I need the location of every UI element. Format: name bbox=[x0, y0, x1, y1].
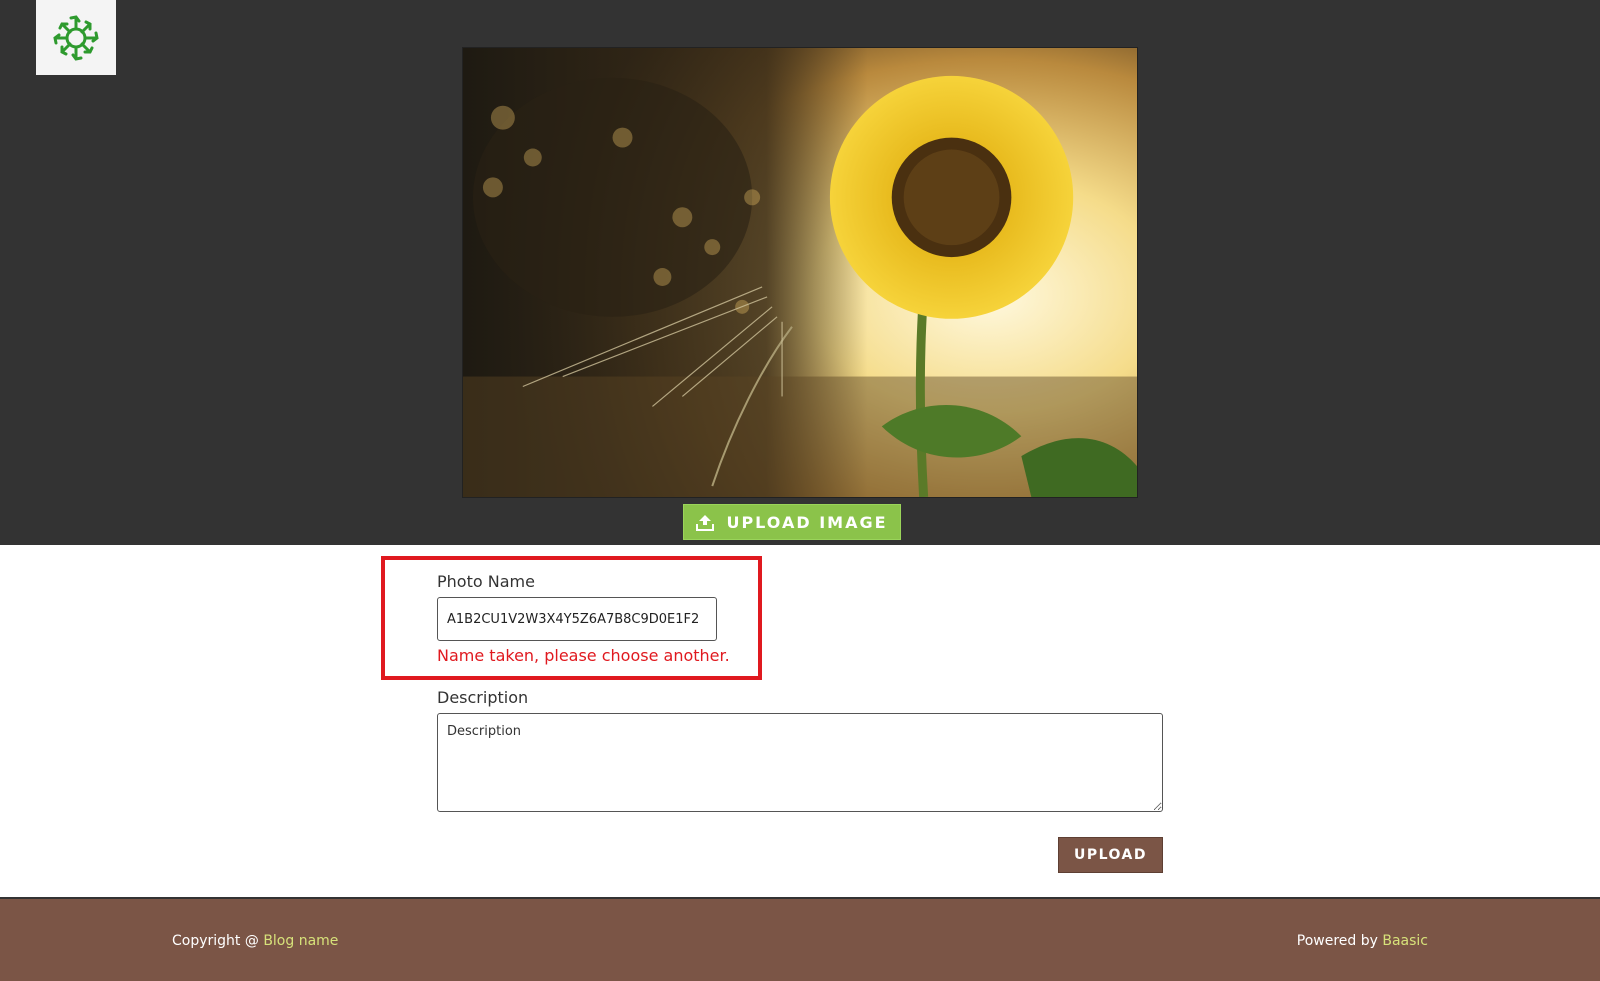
powered-prefix: Powered by bbox=[1296, 933, 1383, 949]
footer-copyright: Copyright @ Blog name bbox=[172, 933, 338, 949]
blog-name-link[interactable]: Blog name bbox=[263, 933, 338, 949]
upload-image-button[interactable]: UPLOAD IMAGE bbox=[683, 504, 901, 540]
photo-name-error: Name taken, please choose another. bbox=[437, 646, 730, 665]
footer-powered-by: Powered by Baasic bbox=[1297, 933, 1428, 949]
description-textarea[interactable] bbox=[437, 713, 1163, 812]
upload-icon bbox=[696, 515, 715, 531]
sunflower-photo bbox=[462, 47, 1138, 498]
photo-name-label: Photo Name bbox=[437, 572, 535, 591]
baasic-link[interactable]: Baasic bbox=[1382, 933, 1428, 949]
page: UPLOAD IMAGE Photo Name Name taken, plea… bbox=[0, 0, 1600, 981]
logo[interactable] bbox=[36, 0, 116, 75]
photo-name-input[interactable] bbox=[437, 597, 717, 641]
upload-button[interactable]: UPLOAD bbox=[1058, 837, 1163, 873]
description-label: Description bbox=[437, 688, 529, 707]
footer: Copyright @ Blog name Powered by Baasic bbox=[0, 897, 1600, 981]
header-hero: UPLOAD IMAGE bbox=[0, 0, 1600, 545]
upload-image-label: UPLOAD IMAGE bbox=[726, 512, 888, 532]
upload-form: Photo Name Name taken, please choose ano… bbox=[0, 545, 1600, 897]
sunburst-logo-icon bbox=[53, 14, 99, 61]
copyright-prefix: Copyright @ bbox=[172, 933, 264, 949]
